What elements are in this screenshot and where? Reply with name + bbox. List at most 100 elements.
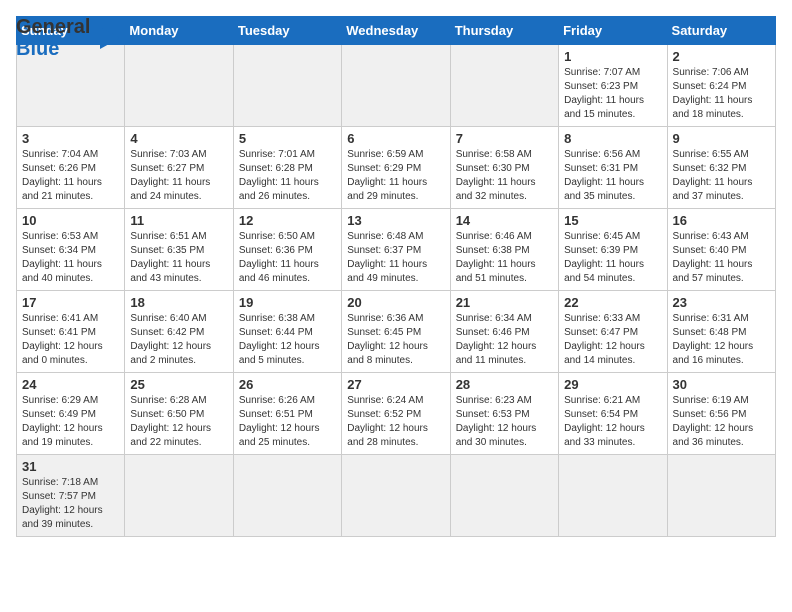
calendar-day-cell <box>450 45 558 127</box>
day-number: 5 <box>239 131 336 146</box>
day-info: Sunrise: 6:23 AM Sunset: 6:53 PM Dayligh… <box>456 394 553 450</box>
calendar-header-row: SundayMondayTuesdayWednesdayThursdayFrid… <box>17 17 776 45</box>
logo-general-text: General <box>16 16 90 38</box>
calendar-day-cell: 8Sunrise: 6:56 AM Sunset: 6:31 PM Daylig… <box>559 127 667 209</box>
day-number: 15 <box>564 213 661 228</box>
calendar-day-cell: 11 Sunrise: 6:51 AM Sunset: 6:35 PM Dayli… <box>125 209 233 291</box>
calendar-day-cell <box>233 455 341 537</box>
day-info: Sunrise: 6:50 AM Sunset: 6:36 PM Dayligh… <box>239 230 336 286</box>
day-number: 13 <box>347 213 444 228</box>
day-number: 19 <box>239 295 336 310</box>
calendar-day-cell: 30 Sunrise: 6:19 AM Sunset: 6:56 PM Dayli… <box>667 373 775 455</box>
day-info: Sunrise: 6:19 AM Sunset: 6:56 PM Dayligh… <box>673 394 770 450</box>
day-info: Sunrise: 6:34 AM Sunset: 6:46 PM Dayligh… <box>456 312 553 368</box>
calendar-day-cell <box>233 45 341 127</box>
day-number: 25 <box>130 377 227 392</box>
day-number: 6 <box>347 131 444 146</box>
day-info: Sunrise: 6:59 AM Sunset: 6:29 PM Dayligh… <box>347 148 444 204</box>
day-number: 24 <box>22 377 119 392</box>
calendar-day-cell: 31 Sunrise: 7:18 AM Sunset: 7:57 PM Dayli… <box>17 455 125 537</box>
calendar-day-cell: 5 Sunrise: 7:01 AM Sunset: 6:28 PM Daylig… <box>233 127 341 209</box>
calendar-day-cell: 9 Sunrise: 6:55 AM Sunset: 6:32 PM Daylig… <box>667 127 775 209</box>
logo-blue-text: Blue <box>16 38 59 60</box>
day-number: 30 <box>673 377 770 392</box>
day-info: Sunrise: 6:45 AM Sunset: 6:39 PM Dayligh… <box>564 230 661 286</box>
calendar-day-cell: 25 Sunrise: 6:28 AM Sunset: 6:50 PM Dayli… <box>125 373 233 455</box>
day-info: Sunrise: 7:07 AM Sunset: 6:23 PM Dayligh… <box>564 66 661 122</box>
calendar-day-cell: 21 Sunrise: 6:34 AM Sunset: 6:46 PM Dayli… <box>450 291 558 373</box>
day-info: Sunrise: 6:31 AM Sunset: 6:48 PM Dayligh… <box>673 312 770 368</box>
day-number: 1 <box>564 49 661 64</box>
calendar-day-cell <box>450 455 558 537</box>
day-info: Sunrise: 7:01 AM Sunset: 6:28 PM Dayligh… <box>239 148 336 204</box>
calendar-day-cell: 4 Sunrise: 7:03 AM Sunset: 6:27 PM Daylig… <box>125 127 233 209</box>
weekday-header-friday: Friday <box>559 17 667 45</box>
calendar-day-cell: 1 Sunrise: 7:07 AM Sunset: 6:23 PM Daylig… <box>559 45 667 127</box>
day-info: Sunrise: 6:24 AM Sunset: 6:52 PM Dayligh… <box>347 394 444 450</box>
day-number: 3 <box>22 131 119 146</box>
calendar-week-row: 1 Sunrise: 7:07 AM Sunset: 6:23 PM Daylig… <box>17 45 776 127</box>
calendar-day-cell: 2 Sunrise: 7:06 AM Sunset: 6:24 PM Daylig… <box>667 45 775 127</box>
day-number: 26 <box>239 377 336 392</box>
calendar-table: SundayMondayTuesdayWednesdayThursdayFrid… <box>16 16 776 537</box>
day-number: 20 <box>347 295 444 310</box>
day-number: 17 <box>22 295 119 310</box>
day-number: 7 <box>456 131 553 146</box>
calendar-day-cell: 26 Sunrise: 6:26 AM Sunset: 6:51 PM Dayli… <box>233 373 341 455</box>
day-number: 18 <box>130 295 227 310</box>
day-number: 2 <box>673 49 770 64</box>
day-number: 12 <box>239 213 336 228</box>
day-number: 9 <box>673 131 770 146</box>
calendar-day-cell: 6 Sunrise: 6:59 AM Sunset: 6:29 PM Daylig… <box>342 127 450 209</box>
calendar-day-cell: 12 Sunrise: 6:50 AM Sunset: 6:36 PM Dayli… <box>233 209 341 291</box>
day-info: Sunrise: 6:28 AM Sunset: 6:50 PM Dayligh… <box>130 394 227 450</box>
calendar-day-cell <box>559 455 667 537</box>
weekday-header-thursday: Thursday <box>450 17 558 45</box>
day-info: Sunrise: 6:58 AM Sunset: 6:30 PM Dayligh… <box>456 148 553 204</box>
calendar-day-cell: 3Sunrise: 7:04 AM Sunset: 6:26 PM Daylig… <box>17 127 125 209</box>
day-info: Sunrise: 6:29 AM Sunset: 6:49 PM Dayligh… <box>22 394 119 450</box>
day-info: Sunrise: 6:53 AM Sunset: 6:34 PM Dayligh… <box>22 230 119 286</box>
calendar-day-cell: 22Sunrise: 6:33 AM Sunset: 6:47 PM Dayli… <box>559 291 667 373</box>
day-info: Sunrise: 7:18 AM Sunset: 7:57 PM Dayligh… <box>22 476 119 532</box>
day-number: 4 <box>130 131 227 146</box>
day-number: 21 <box>456 295 553 310</box>
day-number: 29 <box>564 377 661 392</box>
calendar-day-cell: 19 Sunrise: 6:38 AM Sunset: 6:44 PM Dayli… <box>233 291 341 373</box>
day-number: 31 <box>22 459 119 474</box>
day-info: Sunrise: 7:03 AM Sunset: 6:27 PM Dayligh… <box>130 148 227 204</box>
calendar-day-cell: 7 Sunrise: 6:58 AM Sunset: 6:30 PM Daylig… <box>450 127 558 209</box>
calendar-day-cell: 29 Sunrise: 6:21 AM Sunset: 6:54 PM Dayli… <box>559 373 667 455</box>
day-info: Sunrise: 6:38 AM Sunset: 6:44 PM Dayligh… <box>239 312 336 368</box>
day-number: 22 <box>564 295 661 310</box>
calendar-day-cell: 18 Sunrise: 6:40 AM Sunset: 6:42 PM Dayli… <box>125 291 233 373</box>
calendar-day-cell: 28 Sunrise: 6:23 AM Sunset: 6:53 PM Dayli… <box>450 373 558 455</box>
day-info: Sunrise: 6:21 AM Sunset: 6:54 PM Dayligh… <box>564 394 661 450</box>
day-info: Sunrise: 6:36 AM Sunset: 6:45 PM Dayligh… <box>347 312 444 368</box>
day-number: 27 <box>347 377 444 392</box>
day-info: Sunrise: 6:26 AM Sunset: 6:51 PM Dayligh… <box>239 394 336 450</box>
calendar-day-cell: 14Sunrise: 6:46 AM Sunset: 6:38 PM Dayli… <box>450 209 558 291</box>
weekday-header-tuesday: Tuesday <box>233 17 341 45</box>
day-info: Sunrise: 6:51 AM Sunset: 6:35 PM Dayligh… <box>130 230 227 286</box>
calendar-day-cell: 10Sunrise: 6:53 AM Sunset: 6:34 PM Dayli… <box>17 209 125 291</box>
calendar-day-cell: 23 Sunrise: 6:31 AM Sunset: 6:48 PM Dayli… <box>667 291 775 373</box>
day-info: Sunrise: 6:46 AM Sunset: 6:38 PM Dayligh… <box>456 230 553 286</box>
day-number: 23 <box>673 295 770 310</box>
day-number: 16 <box>673 213 770 228</box>
weekday-header-monday: Monday <box>125 17 233 45</box>
day-info: Sunrise: 6:48 AM Sunset: 6:37 PM Dayligh… <box>347 230 444 286</box>
calendar-day-cell <box>667 455 775 537</box>
day-info: Sunrise: 7:06 AM Sunset: 6:24 PM Dayligh… <box>673 66 770 122</box>
day-info: Sunrise: 6:40 AM Sunset: 6:42 PM Dayligh… <box>130 312 227 368</box>
day-number: 28 <box>456 377 553 392</box>
day-info: Sunrise: 6:56 AM Sunset: 6:31 PM Dayligh… <box>564 148 661 204</box>
calendar-day-cell: 20 Sunrise: 6:36 AM Sunset: 6:45 PM Dayli… <box>342 291 450 373</box>
calendar-week-row: 31 Sunrise: 7:18 AM Sunset: 7:57 PM Dayli… <box>17 455 776 537</box>
logo-container: General Blue <box>16 16 122 60</box>
calendar-day-cell <box>125 455 233 537</box>
calendar-week-row: 24 Sunrise: 6:29 AM Sunset: 6:49 PM Dayli… <box>17 373 776 455</box>
calendar-day-cell: 17Sunrise: 6:41 AM Sunset: 6:41 PM Dayli… <box>17 291 125 373</box>
day-number: 11 <box>130 213 227 228</box>
day-info: Sunrise: 6:55 AM Sunset: 6:32 PM Dayligh… <box>673 148 770 204</box>
